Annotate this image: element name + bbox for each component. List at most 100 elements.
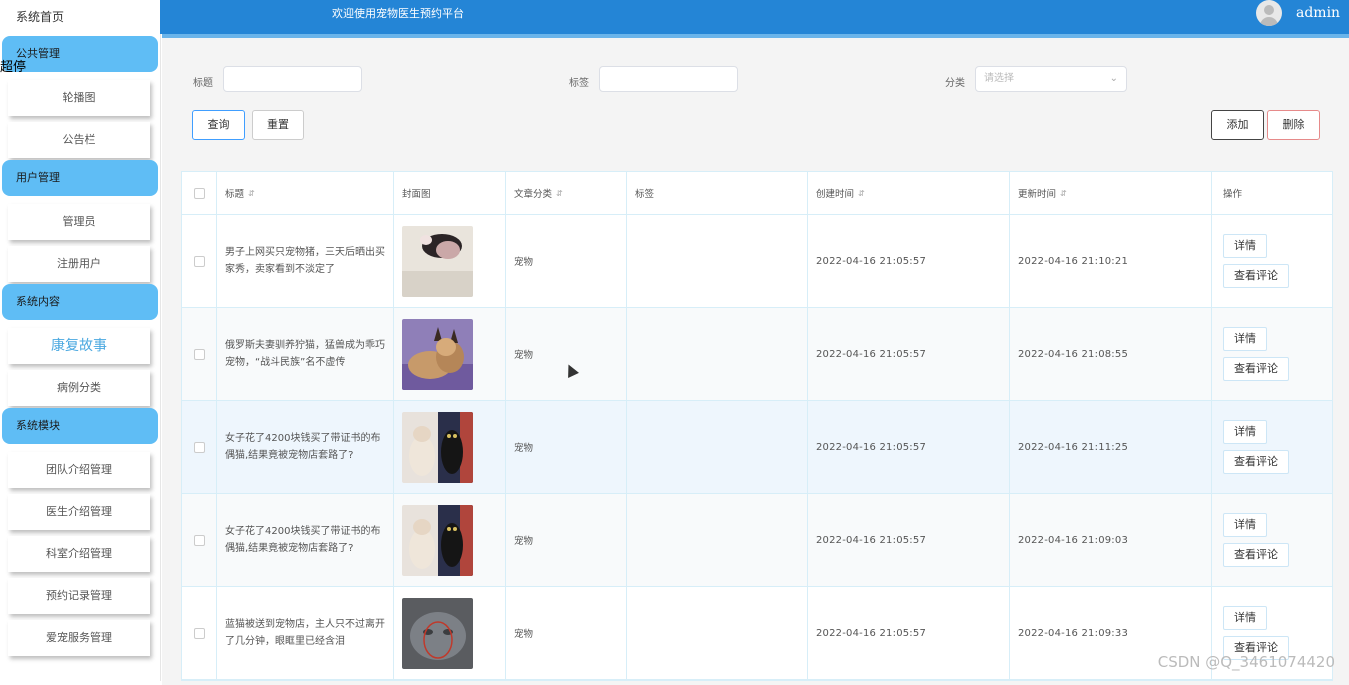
sort-icon[interactable]: ⇵	[858, 189, 865, 198]
detail-button[interactable]: 详情	[1223, 606, 1267, 630]
cover-cell	[394, 401, 506, 493]
cover-cell	[394, 308, 506, 400]
header-checkbox-cell	[182, 172, 217, 214]
cover-image	[402, 318, 473, 390]
header-created[interactable]: 创建时间 ⇵	[808, 172, 1010, 214]
pig-photo-icon	[402, 225, 473, 297]
created-cell: 2022-04-16 21:05:57	[808, 587, 1010, 679]
article-title: 女子花了4200块钱买了带证书的布偶猫,结果竟被宠物店套路了?	[225, 433, 381, 461]
sidebar-group-users[interactable]: 用户管理	[2, 160, 158, 196]
category-placeholder: 请选择	[984, 73, 1014, 84]
article-title: 俄罗斯夫妻驯养狞猫，猛兽成为乖巧宠物，“战斗民族”名不虚传	[225, 340, 385, 368]
table-row[interactable]: 俄罗斯夫妻驯养狞猫，猛兽成为乖巧宠物，“战斗民族”名不虚传 宠物 2022-04…	[182, 308, 1332, 401]
blue-cat-photo-icon	[402, 597, 473, 669]
reset-button[interactable]: 重置	[252, 110, 304, 140]
view-comments-button[interactable]: 查看评论	[1223, 450, 1289, 474]
row-checkbox-cell	[182, 587, 217, 679]
avatar[interactable]	[1256, 0, 1282, 26]
table-row[interactable]: 女子花了4200块钱买了带证书的布偶猫,结果竟被宠物店套路了? 宠物 2022-…	[182, 494, 1332, 587]
ragdoll-photo-icon	[402, 411, 473, 483]
detail-button[interactable]: 详情	[1223, 513, 1267, 537]
cover-image	[402, 597, 473, 669]
sort-icon[interactable]: ⇵	[1060, 189, 1067, 198]
sidebar-item-appointments[interactable]: 预约记录管理	[8, 578, 150, 614]
header-title[interactable]: 标题 ⇵	[217, 172, 394, 214]
created-time: 2022-04-16 21:05:57	[816, 255, 927, 267]
tag-filter-label: 标签	[569, 78, 589, 89]
category-select[interactable]: 请选择 ⌄	[975, 66, 1127, 92]
caracal-photo-icon	[402, 318, 473, 390]
sidebar-group-content[interactable]: 系统内容	[2, 284, 158, 320]
row-checkbox[interactable]	[193, 441, 205, 453]
delete-button[interactable]: 删除	[1267, 110, 1320, 140]
tag-cell	[627, 215, 808, 307]
sidebar-item-notice[interactable]: 公告栏	[8, 122, 150, 158]
title-cell: 女子花了4200块钱买了带证书的布偶猫,结果竟被宠物店套路了?	[217, 401, 394, 493]
select-all-checkbox[interactable]	[193, 187, 205, 199]
row-checkbox[interactable]	[193, 627, 205, 639]
sidebar-item-case-category[interactable]: 病例分类	[8, 370, 150, 406]
row-checkbox-cell	[182, 494, 217, 586]
sidebar-item-team[interactable]: 团队介绍管理	[8, 452, 150, 488]
row-checkbox[interactable]	[193, 255, 205, 267]
avatar-head-shape	[1264, 5, 1274, 15]
category-cell: 宠物	[506, 308, 627, 400]
row-checkbox[interactable]	[193, 534, 205, 546]
sidebar-home[interactable]: 系统首页	[0, 0, 160, 34]
sidebar-item-pet-services[interactable]: 爱宠服务管理	[8, 620, 150, 656]
view-comments-button[interactable]: 查看评论	[1223, 264, 1289, 288]
table-header-row: 标题 ⇵ 封面图 文章分类 ⇵ 标签 创建时间 ⇵ 更新时间 ⇵ 操作	[182, 172, 1332, 215]
overlay-text: 超停	[0, 60, 27, 75]
sidebar-item-recovery-stories[interactable]: 康复故事	[8, 328, 150, 364]
sidebar: 系统首页 公共管理 轮播图 公告栏 用户管理 管理员 注册用户 系统内容 康复故…	[0, 0, 161, 681]
sort-icon[interactable]: ⇵	[556, 189, 563, 198]
header-category-label: 文章分类	[514, 189, 553, 200]
article-category: 宠物	[514, 536, 534, 547]
sort-icon[interactable]: ⇵	[248, 189, 255, 198]
detail-button[interactable]: 详情	[1223, 234, 1267, 258]
tag-input[interactable]	[599, 66, 738, 92]
header-category[interactable]: 文章分类 ⇵	[506, 172, 627, 214]
sidebar-item-registered-users[interactable]: 注册用户	[8, 246, 150, 282]
view-comments-button[interactable]: 查看评论	[1223, 357, 1289, 381]
title-input[interactable]	[223, 66, 362, 92]
sidebar-item-admin[interactable]: 管理员	[8, 204, 150, 240]
updated-time: 2022-04-16 21:10:21	[1018, 255, 1129, 267]
category-cell: 宠物	[506, 401, 627, 493]
table-row[interactable]: 男子上网买只宠物猪，三天后晒出买家秀，卖家看到不淡定了 宠物 2022-04-1…	[182, 215, 1332, 308]
sidebar-item-departments[interactable]: 科室介绍管理	[8, 536, 150, 572]
top-header: 欢迎使用宠物医生预约平台 admin	[160, 0, 1349, 34]
sidebar-item-doctors[interactable]: 医生介绍管理	[8, 494, 150, 530]
article-title: 女子花了4200块钱买了带证书的布偶猫,结果竟被宠物店套路了?	[225, 526, 381, 554]
username[interactable]: admin	[1296, 0, 1340, 26]
query-button[interactable]: 查询	[192, 110, 245, 140]
header-cover-label: 封面图	[402, 189, 431, 200]
header-updated-label: 更新时间	[1018, 189, 1057, 200]
detail-button[interactable]: 详情	[1223, 420, 1267, 444]
tag-cell	[627, 494, 808, 586]
updated-time: 2022-04-16 21:08:55	[1018, 348, 1129, 360]
row-checkbox[interactable]	[193, 348, 205, 360]
article-category: 宠物	[514, 257, 534, 268]
category-cell: 宠物	[506, 215, 627, 307]
row-checkbox-cell	[182, 401, 217, 493]
table-row[interactable]: 女子花了4200块钱买了带证书的布偶猫,结果竟被宠物店套路了? 宠物 2022-…	[182, 401, 1332, 494]
row-checkbox-cell	[182, 308, 217, 400]
sidebar-item-carousel[interactable]: 轮播图	[8, 80, 150, 116]
detail-button[interactable]: 详情	[1223, 327, 1267, 351]
actions-cell: 详情 查看评论	[1212, 215, 1332, 307]
main-content: 标题 标签 分类 请选择 ⌄ 查询 重置 添加 删除 标题 ⇵ 封面图 文章分类 ⇵…	[162, 34, 1349, 685]
header-updated[interactable]: 更新时间 ⇵	[1010, 172, 1212, 214]
created-time: 2022-04-16 21:05:57	[816, 441, 927, 453]
header-created-label: 创建时间	[816, 189, 855, 200]
category-filter-label: 分类	[945, 78, 965, 89]
cover-image	[402, 225, 473, 297]
add-button[interactable]: 添加	[1211, 110, 1264, 140]
title-cell: 蓝猫被送到宠物店，主人只不过离开了几分钟，眼眶里已经含泪	[217, 587, 394, 679]
article-title: 男子上网买只宠物猪，三天后晒出买家秀，卖家看到不淡定了	[225, 247, 385, 275]
header-cover: 封面图	[394, 172, 506, 214]
view-comments-button[interactable]: 查看评论	[1223, 543, 1289, 567]
sidebar-group-modules[interactable]: 系统模块	[2, 408, 158, 444]
ragdoll-photo-icon	[402, 504, 473, 576]
actions-cell: 详情 查看评论	[1212, 308, 1332, 400]
